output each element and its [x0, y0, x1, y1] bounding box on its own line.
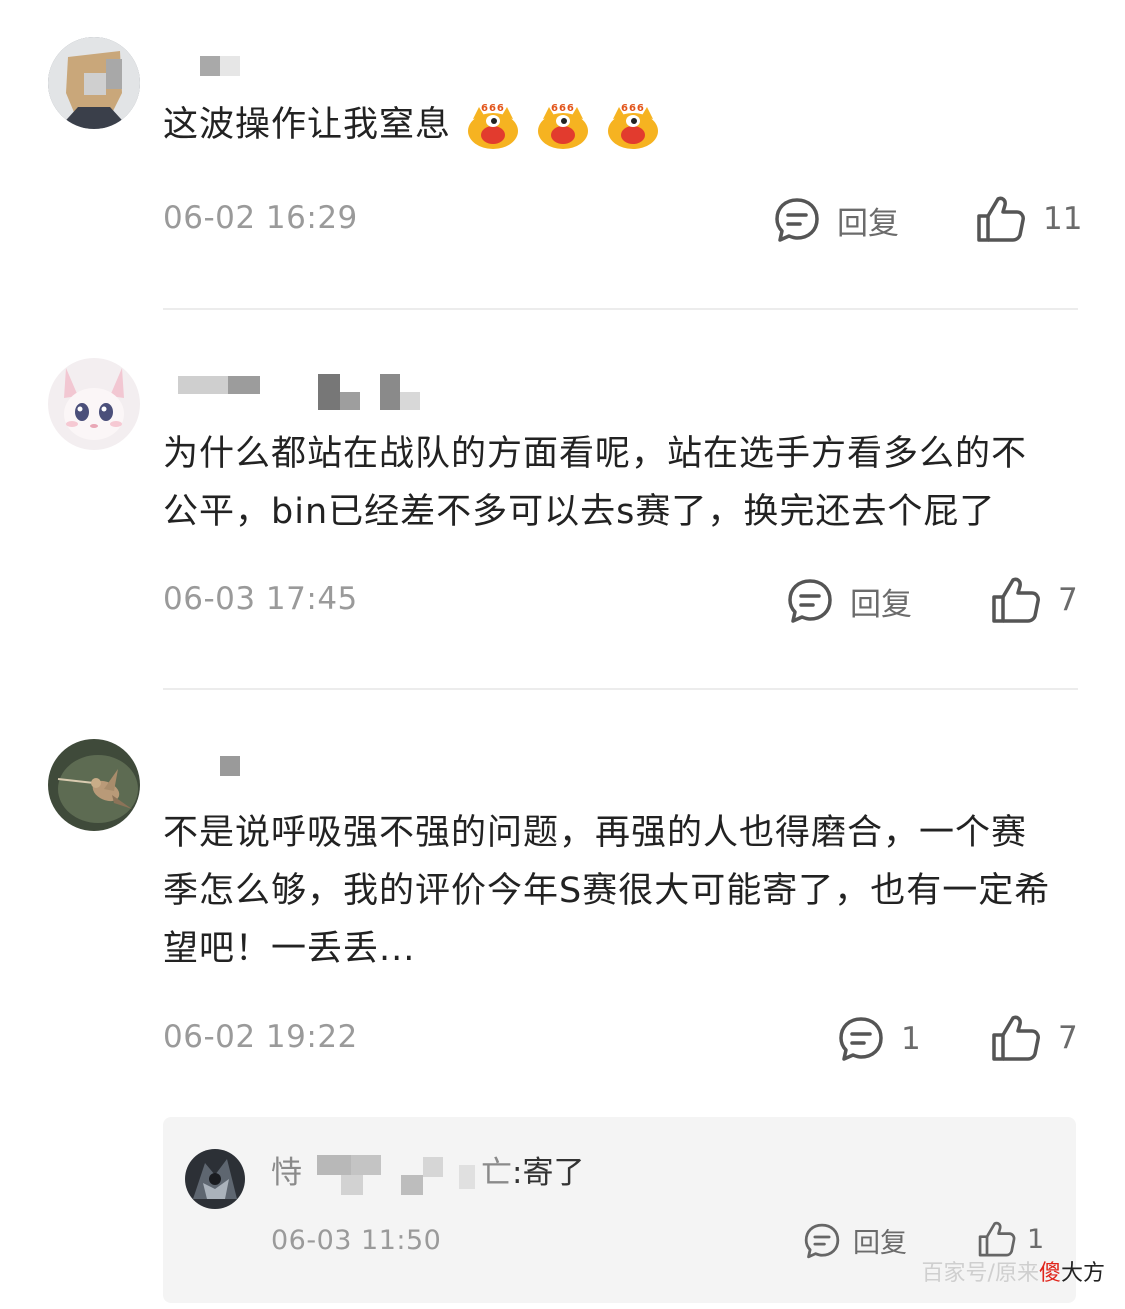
- comment-bubble-icon: [837, 1015, 885, 1063]
- comment-bubble-icon: [803, 1222, 841, 1260]
- reply-label: 回复: [853, 1228, 907, 1259]
- comment-text: 不是说呼吸强不强的问题，再强的人也得磨合，一个赛 季怎么够，我的评价今年S赛很大…: [163, 804, 1078, 978]
- reply-count: 1: [901, 1021, 921, 1057]
- comment-item: 不是说呼吸强不强的问题，再强的人也得磨合，一个赛 季怎么够，我的评价今年S赛很大…: [0, 0, 1125, 1309]
- like-count: 1: [1027, 1223, 1045, 1255]
- watermark: 百家号/原来傻大方: [922, 1255, 1105, 1287]
- comment-text-line: 季怎么够，我的评价今年S赛很大可能寄了，也有一定希: [163, 871, 1051, 911]
- reply-content: 恃: [271, 1147, 302, 1192]
- reply-username-suffix: 亡: [481, 1155, 512, 1191]
- avatar[interactable]: [48, 739, 140, 831]
- watermark-brand-char: 傻: [1038, 1261, 1061, 1286]
- like-count: 7: [1058, 1020, 1078, 1056]
- avatar-image-icon: [48, 739, 140, 831]
- reply-username[interactable]: 恃: [271, 1155, 302, 1191]
- watermark-text: 百家号/原来: [921, 1261, 1039, 1286]
- reply-count-button[interactable]: 1: [837, 1015, 921, 1063]
- comment-time: 06-02 19:22: [163, 1019, 358, 1055]
- comment-text-line: 望吧！一丢丢...: [163, 929, 416, 969]
- avatar-image-icon: [185, 1149, 245, 1209]
- reply-username-redacted[interactable]: [309, 1155, 479, 1195]
- comment-text-line: 不是说呼吸强不强的问题，再强的人也得磨合，一个赛: [163, 813, 1028, 853]
- like-button[interactable]: 7: [990, 1013, 1078, 1063]
- reply-time: 06-03 11:50: [271, 1225, 442, 1256]
- thumbs-up-icon: [990, 1013, 1042, 1063]
- reply-content: 亡:寄了: [481, 1147, 584, 1192]
- reply-text: :寄了: [512, 1155, 585, 1191]
- watermark-brand-rest: 大方: [1060, 1261, 1105, 1286]
- like-button[interactable]: 1: [977, 1219, 1044, 1259]
- reply-avatar[interactable]: [185, 1149, 245, 1209]
- thumbs-up-icon: [977, 1219, 1017, 1259]
- username-redacted[interactable]: [220, 756, 242, 796]
- reply-button[interactable]: 回复: [803, 1221, 907, 1260]
